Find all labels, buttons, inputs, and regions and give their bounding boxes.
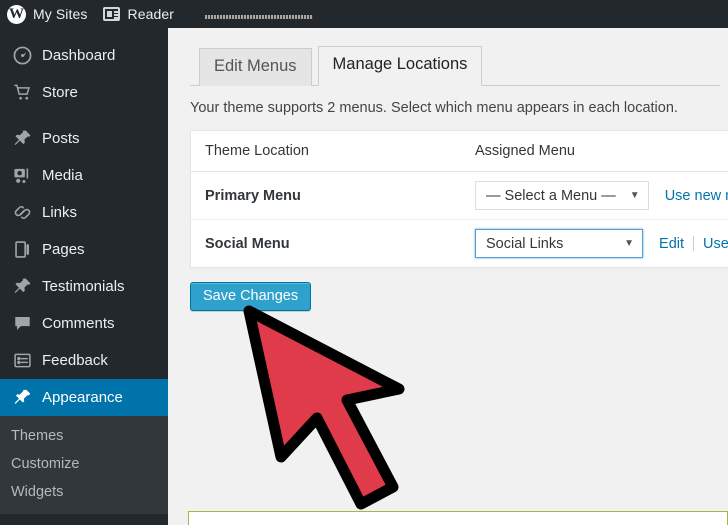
submenu-item-themes[interactable]: Themes (0, 422, 168, 450)
bottom-notice-box (188, 511, 728, 525)
primary-menu-select-value: — Select a Menu — (486, 187, 616, 204)
admin-bar-reader[interactable]: Reader (96, 0, 183, 28)
chevron-down-icon: ▼ (624, 238, 634, 249)
feedback-icon (11, 351, 33, 371)
edit-menu-link[interactable]: Edit (659, 236, 684, 252)
column-header-assigned-menu: Assigned Menu (461, 131, 728, 172)
dashboard-icon (11, 46, 33, 66)
wordpress-logo-icon: W (7, 4, 26, 24)
sidebar-item-posts[interactable]: Posts (0, 120, 168, 157)
admin-sidebar: Dashboard Store Posts Media Links Pages … (0, 28, 176, 525)
sidebar-item-links[interactable]: Links (0, 194, 168, 231)
cell-theme-location: Primary Menu (205, 187, 301, 204)
sidebar-item-label: Comments (42, 315, 115, 332)
tab-edit-menus[interactable]: Edit Menus (199, 48, 312, 86)
table-body: Primary Menu — Select a Menu — ▼ Use new… (191, 172, 728, 267)
camera-icon (11, 166, 33, 186)
sidebar-item-label: Media (42, 167, 83, 184)
redacted-bar (205, 15, 314, 19)
cell-theme-location: Social Menu (191, 219, 461, 267)
sidebar-item-label: Dashboard (42, 47, 116, 64)
pin-icon (11, 277, 33, 297)
sidebar-item-comments[interactable]: Comments (0, 305, 168, 342)
pin-icon (11, 129, 33, 149)
sidebar-top-spacer (0, 28, 168, 37)
cart-icon (11, 83, 33, 103)
admin-bar-my-sites-label: My Sites (33, 6, 88, 22)
sidebar-item-label: Appearance (42, 389, 123, 406)
sidebar-item-label: Posts (42, 130, 80, 147)
locations-description: Your theme supports 2 menus. Select whic… (190, 100, 678, 116)
main-content: Edit Menus Manage Locations Your theme s… (168, 28, 728, 525)
submenu-item-customize[interactable]: Customize (0, 450, 168, 478)
column-header-theme-location: Theme Location (191, 131, 461, 172)
table-header-row: Theme Location Assigned Menu (191, 131, 728, 172)
submenu-item-widgets[interactable]: Widgets (0, 478, 168, 506)
use-new-menu-link[interactable]: Use new menu (665, 188, 728, 204)
nav-tab-wrapper: Edit Menus Manage Locations (190, 46, 720, 86)
social-menu-select[interactable]: Social Links ▼ (475, 229, 643, 258)
primary-menu-row-links: Use new menu (665, 188, 728, 204)
primary-menu-select[interactable]: — Select a Menu — ▼ (475, 181, 649, 210)
app-root: W My Sites Reader Dashboard Store Posts … (0, 0, 728, 525)
reader-icon (103, 7, 121, 21)
links-divider (693, 236, 695, 251)
sidebar-item-label: Feedback (42, 352, 108, 369)
save-changes-button[interactable]: Save Changes (190, 282, 312, 311)
cell-assigned-menu: — Select a Menu — ▼ Use new menu (461, 172, 728, 220)
sidebar-item-label: Links (42, 204, 78, 221)
social-menu-select-value: Social Links (486, 235, 564, 252)
sidebar-item-label: Testimonials (42, 278, 125, 295)
table-row: Social Menu Social Links ▼ Edit Use new … (191, 219, 728, 267)
table-row: Primary Menu — Select a Menu — ▼ Use new… (191, 172, 728, 220)
sidebar-item-store[interactable]: Store (0, 74, 168, 111)
chevron-down-icon: ▼ (629, 190, 640, 201)
sidebar-item-appearance[interactable]: Appearance (0, 379, 176, 416)
page-icon (11, 240, 33, 260)
comment-icon (11, 314, 33, 334)
cell-assigned-menu: Social Links ▼ Edit Use new menu (461, 219, 728, 267)
menu-locations-table-card: Theme Location Assigned Menu Primary Men… (190, 130, 728, 268)
sidebar-item-feedback[interactable]: Feedback (0, 342, 168, 379)
sidebar-item-dashboard[interactable]: Dashboard (0, 37, 168, 74)
link-icon (11, 203, 33, 223)
sidebar-item-media[interactable]: Media (0, 157, 168, 194)
sidebar-item-testimonials[interactable]: Testimonials (0, 268, 168, 305)
use-new-menu-link[interactable]: Use new menu (703, 236, 728, 252)
table-head: Theme Location Assigned Menu (191, 131, 728, 172)
appearance-submenu: Themes Customize Widgets (0, 416, 168, 514)
admin-bar: W My Sites Reader (0, 0, 728, 28)
admin-bar-reader-label: Reader (127, 6, 175, 22)
sidebar-item-label: Store (42, 84, 78, 101)
social-menu-row-links: Edit Use new menu (659, 236, 728, 252)
admin-bar-my-sites[interactable]: W My Sites (0, 0, 96, 28)
brush-icon (11, 388, 33, 408)
tab-manage-locations[interactable]: Manage Locations (317, 46, 483, 86)
sidebar-item-label: Pages (42, 241, 85, 258)
submit-wrap: Save Changes (190, 282, 728, 311)
sidebar-item-pages[interactable]: Pages (0, 231, 168, 268)
menu-locations-table: Theme Location Assigned Menu Primary Men… (191, 131, 728, 267)
